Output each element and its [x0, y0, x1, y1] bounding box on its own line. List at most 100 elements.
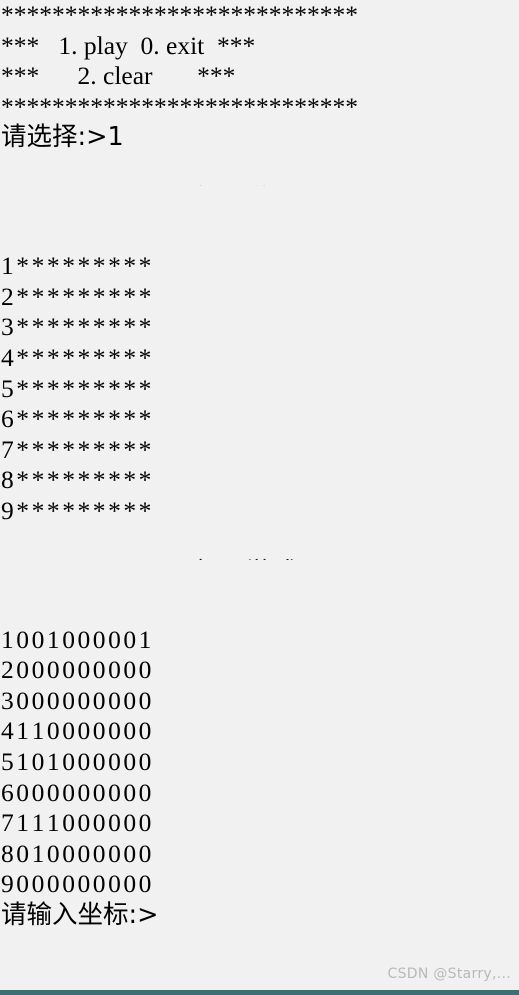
mine-cell[interactable]: * [47, 343, 62, 374]
value-cell[interactable]: 0 [32, 747, 47, 778]
value-cell[interactable]: 0 [47, 655, 62, 686]
value-cell[interactable]: 0 [139, 655, 154, 686]
mine-cell[interactable]: * [32, 435, 47, 466]
value-cell[interactable]: 0 [47, 869, 62, 900]
value-cell[interactable]: 1 [47, 747, 62, 778]
value-cell[interactable]: 0 [77, 778, 92, 809]
mine-cell[interactable]: * [62, 435, 77, 466]
value-cell[interactable]: 0 [62, 808, 77, 839]
mine-cell[interactable]: * [62, 343, 77, 374]
value-cell[interactable]: 0 [77, 716, 92, 747]
mine-cell[interactable]: * [77, 282, 92, 313]
value-cell[interactable]: 0 [139, 778, 154, 809]
menu-choice-prompt[interactable]: 请选择:>1 [0, 122, 519, 153]
mine-cell[interactable]: * [93, 251, 108, 282]
mine-cell[interactable]: * [123, 343, 138, 374]
mine-cell[interactable]: * [139, 496, 154, 527]
mine-cell[interactable]: * [123, 251, 138, 282]
value-cell[interactable]: 0 [47, 778, 62, 809]
mine-cell[interactable]: * [62, 496, 77, 527]
value-cell[interactable]: 0 [77, 808, 92, 839]
value-cell[interactable]: 0 [47, 839, 62, 870]
mine-cell[interactable]: * [93, 374, 108, 405]
value-cell[interactable]: 0 [93, 625, 108, 656]
mine-cell[interactable]: * [32, 312, 47, 343]
mine-cell[interactable]: * [108, 435, 123, 466]
value-cell[interactable]: 0 [93, 747, 108, 778]
value-cell[interactable]: 1 [32, 839, 47, 870]
mine-cell[interactable]: * [47, 374, 62, 405]
value-cell[interactable]: 0 [16, 778, 31, 809]
mine-cell[interactable]: * [47, 312, 62, 343]
mine-cell[interactable]: * [62, 465, 77, 496]
value-cell[interactable]: 0 [108, 808, 123, 839]
mine-cell[interactable]: * [32, 374, 47, 405]
mine-cell[interactable]: * [108, 496, 123, 527]
mine-cell[interactable]: * [47, 465, 62, 496]
value-cell[interactable]: 0 [93, 778, 108, 809]
mine-cell[interactable]: * [62, 404, 77, 435]
value-cell[interactable]: 0 [62, 625, 77, 656]
mine-cell[interactable]: * [16, 312, 31, 343]
value-cell[interactable]: 0 [77, 625, 92, 656]
mine-cell[interactable]: * [93, 404, 108, 435]
mine-cell[interactable]: * [139, 435, 154, 466]
value-cell[interactable]: 0 [108, 625, 123, 656]
mine-cell[interactable]: * [123, 374, 138, 405]
value-cell[interactable]: 0 [16, 869, 31, 900]
value-cell[interactable]: 0 [77, 839, 92, 870]
value-cell[interactable]: 0 [16, 839, 31, 870]
mine-cell[interactable]: * [32, 343, 47, 374]
value-cell[interactable]: 0 [108, 839, 123, 870]
mine-cell[interactable]: * [16, 374, 31, 405]
value-cell[interactable]: 0 [123, 808, 138, 839]
value-cell[interactable]: 0 [93, 839, 108, 870]
value-cell[interactable]: 0 [139, 686, 154, 717]
value-cell[interactable]: 0 [123, 839, 138, 870]
mine-cell[interactable]: * [16, 496, 31, 527]
mine-cell[interactable]: * [16, 465, 31, 496]
mine-cell[interactable]: * [77, 343, 92, 374]
mine-cell[interactable]: * [139, 404, 154, 435]
value-cell[interactable]: 0 [62, 778, 77, 809]
value-cell[interactable]: 0 [16, 625, 31, 656]
mine-cell[interactable]: * [123, 465, 138, 496]
value-cell[interactable]: 0 [77, 655, 92, 686]
mine-cell[interactable]: * [139, 282, 154, 313]
value-cell[interactable]: 0 [32, 778, 47, 809]
value-cell[interactable]: 0 [108, 655, 123, 686]
value-cell[interactable]: 0 [139, 716, 154, 747]
value-cell[interactable]: 0 [123, 655, 138, 686]
mine-cell[interactable]: * [139, 251, 154, 282]
mine-cell[interactable]: * [32, 404, 47, 435]
value-cell[interactable]: 1 [16, 747, 31, 778]
value-cell[interactable]: 0 [32, 686, 47, 717]
value-cell[interactable]: 0 [32, 869, 47, 900]
value-cell[interactable]: 0 [108, 716, 123, 747]
mine-cell[interactable]: * [77, 496, 92, 527]
coordinate-prompt[interactable]: 请输入坐标:> [0, 900, 519, 931]
value-cell[interactable]: 0 [108, 747, 123, 778]
value-cell[interactable]: 0 [93, 808, 108, 839]
mine-cell[interactable]: * [108, 465, 123, 496]
value-cell[interactable]: 1 [32, 716, 47, 747]
mine-cell[interactable]: * [62, 282, 77, 313]
mine-cell[interactable]: * [16, 251, 31, 282]
mine-cell[interactable]: * [123, 282, 138, 313]
mine-cell[interactable]: * [62, 374, 77, 405]
mine-cell[interactable]: * [93, 282, 108, 313]
value-cell[interactable]: 0 [62, 869, 77, 900]
value-cell[interactable]: 0 [93, 655, 108, 686]
value-cell[interactable]: 0 [32, 655, 47, 686]
value-cell[interactable]: 0 [62, 747, 77, 778]
mine-cell[interactable]: * [108, 374, 123, 405]
mine-cell[interactable]: * [32, 465, 47, 496]
value-cell[interactable]: 0 [123, 869, 138, 900]
value-cell[interactable]: 0 [62, 716, 77, 747]
mine-cell[interactable]: * [77, 251, 92, 282]
value-cell[interactable]: 0 [108, 778, 123, 809]
value-cell[interactable]: 0 [93, 869, 108, 900]
value-cell[interactable]: 0 [16, 686, 31, 717]
mine-cell[interactable]: * [93, 312, 108, 343]
mine-cell[interactable]: * [16, 404, 31, 435]
